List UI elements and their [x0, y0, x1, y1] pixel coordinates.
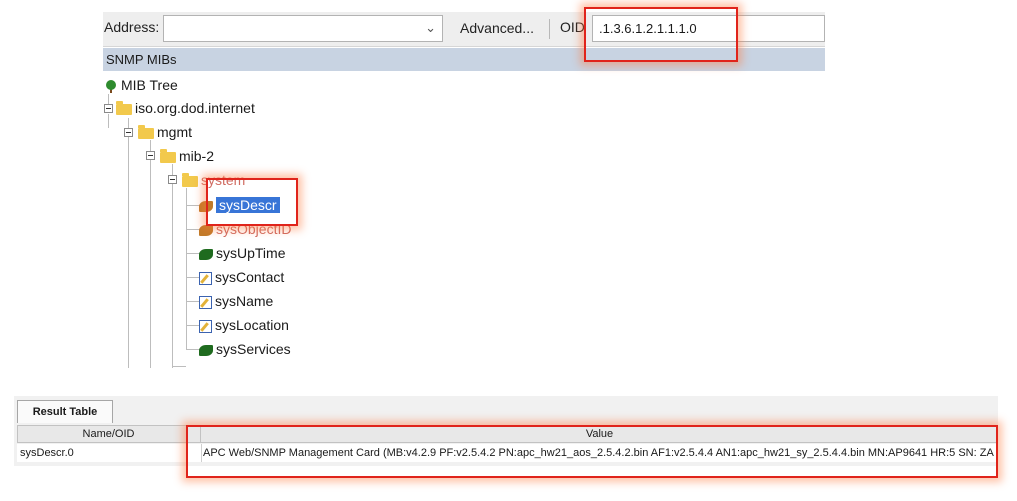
highlight-box-value: [186, 425, 998, 478]
tree-node-label: iso.org.dod.internet: [135, 100, 255, 116]
leaf-icon: [199, 344, 213, 356]
tree-item-label: sysContact: [215, 269, 285, 285]
cell-name-oid: sysDescr.0: [20, 447, 74, 459]
tree-item-label: sysUpTime: [216, 245, 286, 261]
tree-item-label: sysName: [215, 293, 274, 309]
edit-icon: [199, 295, 212, 309]
tree-collapse-toggle[interactable]: [146, 151, 155, 160]
tree-item-syscontact[interactable]: sysContact: [199, 266, 284, 288]
tree-line: [186, 205, 200, 206]
tree-node-mgmt[interactable]: mgmt: [138, 121, 192, 143]
tree-line: [172, 164, 173, 368]
tree-collapse-toggle[interactable]: [104, 104, 113, 113]
folder-icon: [182, 172, 198, 187]
tree-root[interactable]: MIB Tree: [104, 74, 178, 96]
tree-item-syslocation[interactable]: sysLocation: [199, 314, 289, 336]
tree-line: [186, 229, 200, 230]
edit-icon: [199, 271, 212, 285]
tree-root-label: MIB Tree: [121, 77, 178, 93]
column-header-name-oid[interactable]: Name/OID: [17, 425, 201, 443]
tree-line: [186, 349, 200, 350]
tree-item-sysuptime[interactable]: sysUpTime: [199, 242, 286, 264]
tree-item-sysname[interactable]: sysName: [199, 290, 273, 312]
tab-result-table[interactable]: Result Table: [17, 400, 113, 423]
folder-icon: [116, 100, 132, 115]
tree-node-mib-2[interactable]: mib-2: [160, 145, 214, 167]
tree-node-label: mgmt: [157, 124, 192, 140]
highlight-box-oid: [584, 7, 738, 62]
tree-icon: [106, 79, 116, 93]
tree-line: [186, 325, 200, 326]
tree-line: [128, 118, 129, 368]
address-label: Address:: [104, 19, 160, 35]
tree-line: [108, 114, 109, 128]
oid-label: OID: [560, 19, 585, 35]
address-combo[interactable]: ⌄: [163, 15, 443, 42]
tree-line: [186, 277, 200, 278]
edit-icon: [199, 319, 212, 333]
tree-item-label: sysLocation: [215, 317, 289, 333]
folder-icon: [160, 148, 176, 163]
tree-item-label: sysServices: [216, 341, 291, 357]
toolbar-separator: [549, 19, 550, 39]
tree-item-sysservices[interactable]: sysServices: [199, 338, 291, 360]
tree-line: [172, 366, 186, 367]
leaf-icon: [199, 248, 213, 260]
tree-line: [186, 301, 200, 302]
highlight-box-sysdescr: [206, 178, 298, 226]
leaf-icon: [199, 224, 213, 236]
folder-icon: [138, 124, 154, 139]
tree-node-label: mib-2: [179, 148, 215, 164]
tree-line: [150, 140, 151, 368]
chevron-down-icon[interactable]: ⌄: [425, 20, 436, 36]
tree-line: [186, 253, 200, 254]
tree-collapse-toggle[interactable]: [124, 128, 133, 137]
tree-collapse-toggle[interactable]: [168, 175, 177, 184]
advanced-button[interactable]: Advanced...: [449, 15, 545, 42]
tree-node-internet[interactable]: iso.org.dod.internet: [116, 97, 255, 119]
